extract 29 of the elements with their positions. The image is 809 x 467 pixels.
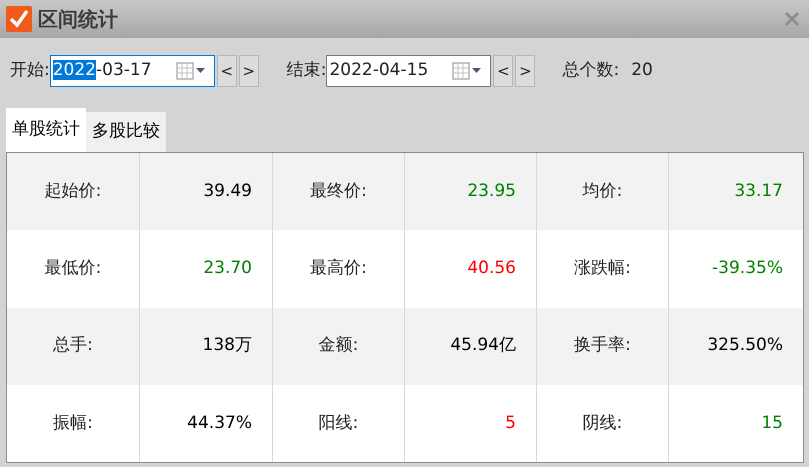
calendar-dropdown-icon[interactable] <box>452 62 482 80</box>
calendar-dropdown-icon[interactable] <box>176 62 206 80</box>
tab[interactable]: 单股统计 <box>6 108 86 152</box>
label-cell: 最终价: <box>273 153 405 230</box>
value-cell: 33.17 <box>669 153 803 230</box>
date-field[interactable]: 2022-03-17 <box>50 55 215 87</box>
next-button[interactable]: > <box>238 55 259 87</box>
label-cell: 起始价: <box>7 153 140 230</box>
previous-button[interactable]: < <box>493 55 514 87</box>
checkmark-icon <box>6 6 32 32</box>
tab[interactable]: 多股比较 <box>86 112 166 152</box>
value-cell: 39.49 <box>140 153 273 230</box>
window-title: 区间统计 <box>38 6 118 33</box>
label-cell: 总手: <box>7 308 140 385</box>
end-label: 结束: <box>286 59 326 82</box>
count-value: 20 <box>631 59 653 82</box>
previous-button[interactable]: < <box>216 55 237 87</box>
next-button[interactable]: > <box>515 55 536 87</box>
value-cell: 138万 <box>140 308 273 385</box>
date-field[interactable]: 2022-04-15 <box>326 55 492 87</box>
close-icon <box>784 11 800 27</box>
label-cell: 均价: <box>537 153 669 230</box>
count-label: 总个数: <box>562 59 620 82</box>
value-cell: 23.95 <box>405 153 537 230</box>
label-cell: 换手率: <box>537 308 669 385</box>
value-cell: 45.94亿 <box>405 308 537 385</box>
start-label: 开始: <box>10 59 50 82</box>
value-cell: 325.50% <box>669 308 803 385</box>
label-cell: 金额: <box>273 308 405 385</box>
